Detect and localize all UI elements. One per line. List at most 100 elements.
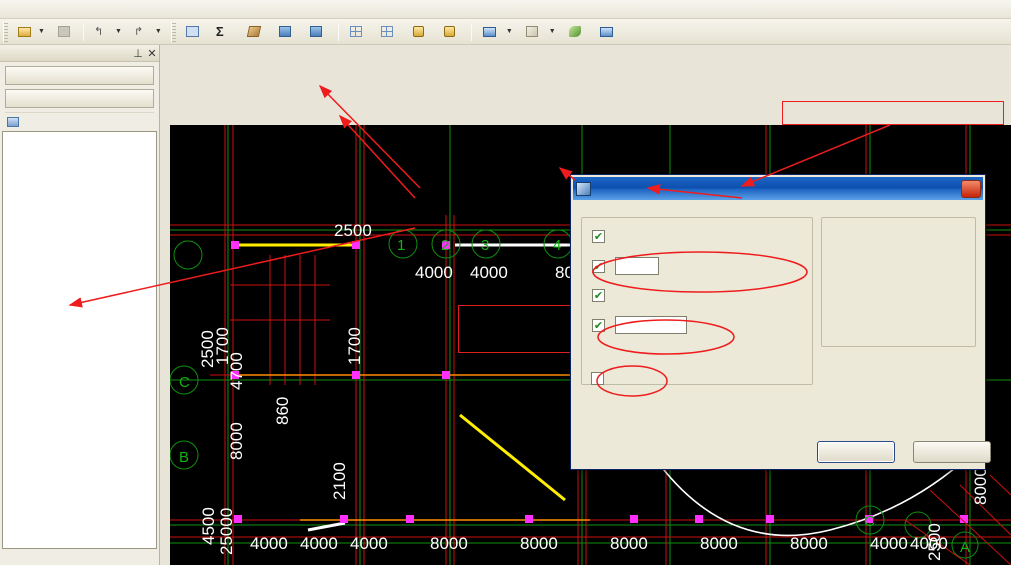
door-window-width-input[interactable] xyxy=(615,257,659,275)
svg-text:2100: 2100 xyxy=(330,462,349,500)
menu-item-7[interactable] xyxy=(100,8,114,10)
sigma-icon: Σ xyxy=(215,23,224,39)
flush-slab-button[interactable] xyxy=(241,22,272,42)
find-element-button[interactable] xyxy=(272,22,303,42)
sidebar-titlebar: ⊥ ✕ xyxy=(0,45,159,62)
option-door-window-sides[interactable]: ✔ xyxy=(592,257,812,275)
placement-position-group: ✔ ✔ ✔ ✔ xyxy=(581,217,813,385)
batch-select-icon xyxy=(349,25,365,39)
menu-item-9[interactable] xyxy=(128,8,142,10)
toolbar-grip-2[interactable] xyxy=(170,21,176,42)
sidebar-button-project-settings[interactable] xyxy=(5,66,154,85)
view-rebar-button[interactable] xyxy=(303,22,334,42)
2d-icon xyxy=(482,25,498,39)
define-icon xyxy=(185,25,201,39)
svg-text:8000: 8000 xyxy=(971,467,990,505)
svg-text:1700: 1700 xyxy=(345,327,364,365)
main-toolbar[interactable]: ▼ ↰ ▼ ↱ ▼ Σ ▼ ▼ xyxy=(0,19,1011,45)
pin-icon[interactable]: ⊥ xyxy=(131,47,145,60)
option-whole-floor-generate[interactable] xyxy=(591,372,609,385)
batch-select-button[interactable] xyxy=(343,22,374,42)
svg-text:C: C xyxy=(179,374,190,391)
2d-button[interactable]: ▼ xyxy=(476,22,519,42)
define-button[interactable] xyxy=(179,22,210,42)
toolbar-separator xyxy=(470,22,472,41)
chevron-down-icon[interactable]: ▼ xyxy=(506,28,513,35)
menu-item-6[interactable] xyxy=(86,8,100,10)
save-disk-icon xyxy=(57,25,73,39)
rebar-3d-icon xyxy=(380,25,396,39)
save-button[interactable] xyxy=(51,22,79,42)
undo-arrow-icon: ↰ xyxy=(93,25,104,38)
svg-text:4: 4 xyxy=(553,237,561,254)
svg-text:2: 2 xyxy=(441,237,449,254)
toolbar-separator xyxy=(82,22,84,41)
toolbar-separator xyxy=(337,22,339,41)
orbit-icon xyxy=(568,25,584,39)
orbit-button[interactable] xyxy=(562,22,593,42)
chevron-down-icon[interactable]: ▼ xyxy=(549,28,556,35)
svg-text:8000: 8000 xyxy=(520,534,558,553)
svg-text:4700: 4700 xyxy=(227,352,246,390)
option-cross-wall-intersection[interactable]: ✔ xyxy=(592,230,812,243)
undo-button[interactable]: ↰ ▼ xyxy=(88,22,128,42)
menu-item-11[interactable] xyxy=(156,8,170,10)
svg-text:2500: 2500 xyxy=(334,221,372,240)
toolbar-grip[interactable] xyxy=(3,21,8,42)
column-properties-group xyxy=(821,217,976,347)
find-element-icon xyxy=(278,25,294,39)
sigma-button[interactable]: Σ xyxy=(210,22,241,42)
cancel-button[interactable] xyxy=(913,441,991,463)
rebar-3d-button[interactable] xyxy=(374,22,405,42)
svg-text:4000: 4000 xyxy=(415,263,453,282)
top-view-button[interactable]: ▼ xyxy=(519,22,562,42)
svg-text:1: 1 xyxy=(397,237,405,254)
menu-item-1[interactable] xyxy=(16,8,30,10)
svg-text:8000: 8000 xyxy=(790,534,828,553)
lock-button[interactable] xyxy=(405,22,436,42)
partial-button[interactable] xyxy=(593,22,624,42)
checkbox-cross-wall-intersection[interactable]: ✔ xyxy=(592,230,605,243)
close-icon[interactable] xyxy=(961,179,981,198)
component-tree[interactable] xyxy=(2,131,157,549)
checkbox-isolated-wall-end[interactable]: ✔ xyxy=(592,289,605,302)
svg-text:3: 3 xyxy=(481,237,489,254)
spacing-input[interactable] xyxy=(615,316,687,334)
svg-text:4500: 4500 xyxy=(199,507,218,545)
flush-slab-icon xyxy=(246,25,263,39)
svg-text:2500: 2500 xyxy=(925,523,944,561)
menu-item-3[interactable] xyxy=(44,8,58,10)
menu-item-4[interactable] xyxy=(58,8,72,10)
checkbox-whole-floor-generate[interactable] xyxy=(591,372,604,385)
open-button[interactable]: ▼ xyxy=(11,22,51,42)
svg-text:8000: 8000 xyxy=(700,534,738,553)
unlock-button[interactable] xyxy=(436,22,467,42)
menu-item-0[interactable] xyxy=(2,8,16,10)
checkbox-spacing[interactable]: ✔ xyxy=(592,318,605,332)
menu-item-8[interactable] xyxy=(114,8,128,10)
auto-generate-column-dialog[interactable]: ✔ ✔ ✔ ✔ xyxy=(570,174,991,470)
svg-text:B: B xyxy=(179,449,189,466)
menu-item-10[interactable] xyxy=(142,8,156,10)
menu-item-5[interactable] xyxy=(72,8,86,10)
sidebar-button-drawing-input[interactable] xyxy=(5,89,154,108)
svg-text:4000: 4000 xyxy=(250,534,288,553)
svg-text:8000: 8000 xyxy=(610,534,648,553)
svg-text:4000: 4000 xyxy=(350,534,388,553)
svg-text:860: 860 xyxy=(273,397,292,425)
redo-button[interactable]: ↱ ▼ xyxy=(128,22,168,42)
svg-text:8000: 8000 xyxy=(227,422,246,460)
menu-item-2[interactable] xyxy=(30,8,44,10)
svg-text:8000: 8000 xyxy=(430,534,468,553)
dialog-titlebar[interactable] xyxy=(573,177,983,200)
redo-arrow-icon: ↱ xyxy=(133,25,144,38)
checkbox-door-window-sides[interactable]: ✔ xyxy=(592,259,605,273)
ok-button[interactable] xyxy=(817,441,895,463)
menu-bar[interactable] xyxy=(0,0,1011,19)
close-icon[interactable]: ✕ xyxy=(145,47,159,60)
option-spacing[interactable]: ✔ xyxy=(592,316,812,334)
svg-text:A: A xyxy=(960,539,970,556)
option-isolated-wall-end[interactable]: ✔ xyxy=(592,289,812,302)
partial-icon xyxy=(599,25,615,39)
lock-icon xyxy=(411,25,427,39)
